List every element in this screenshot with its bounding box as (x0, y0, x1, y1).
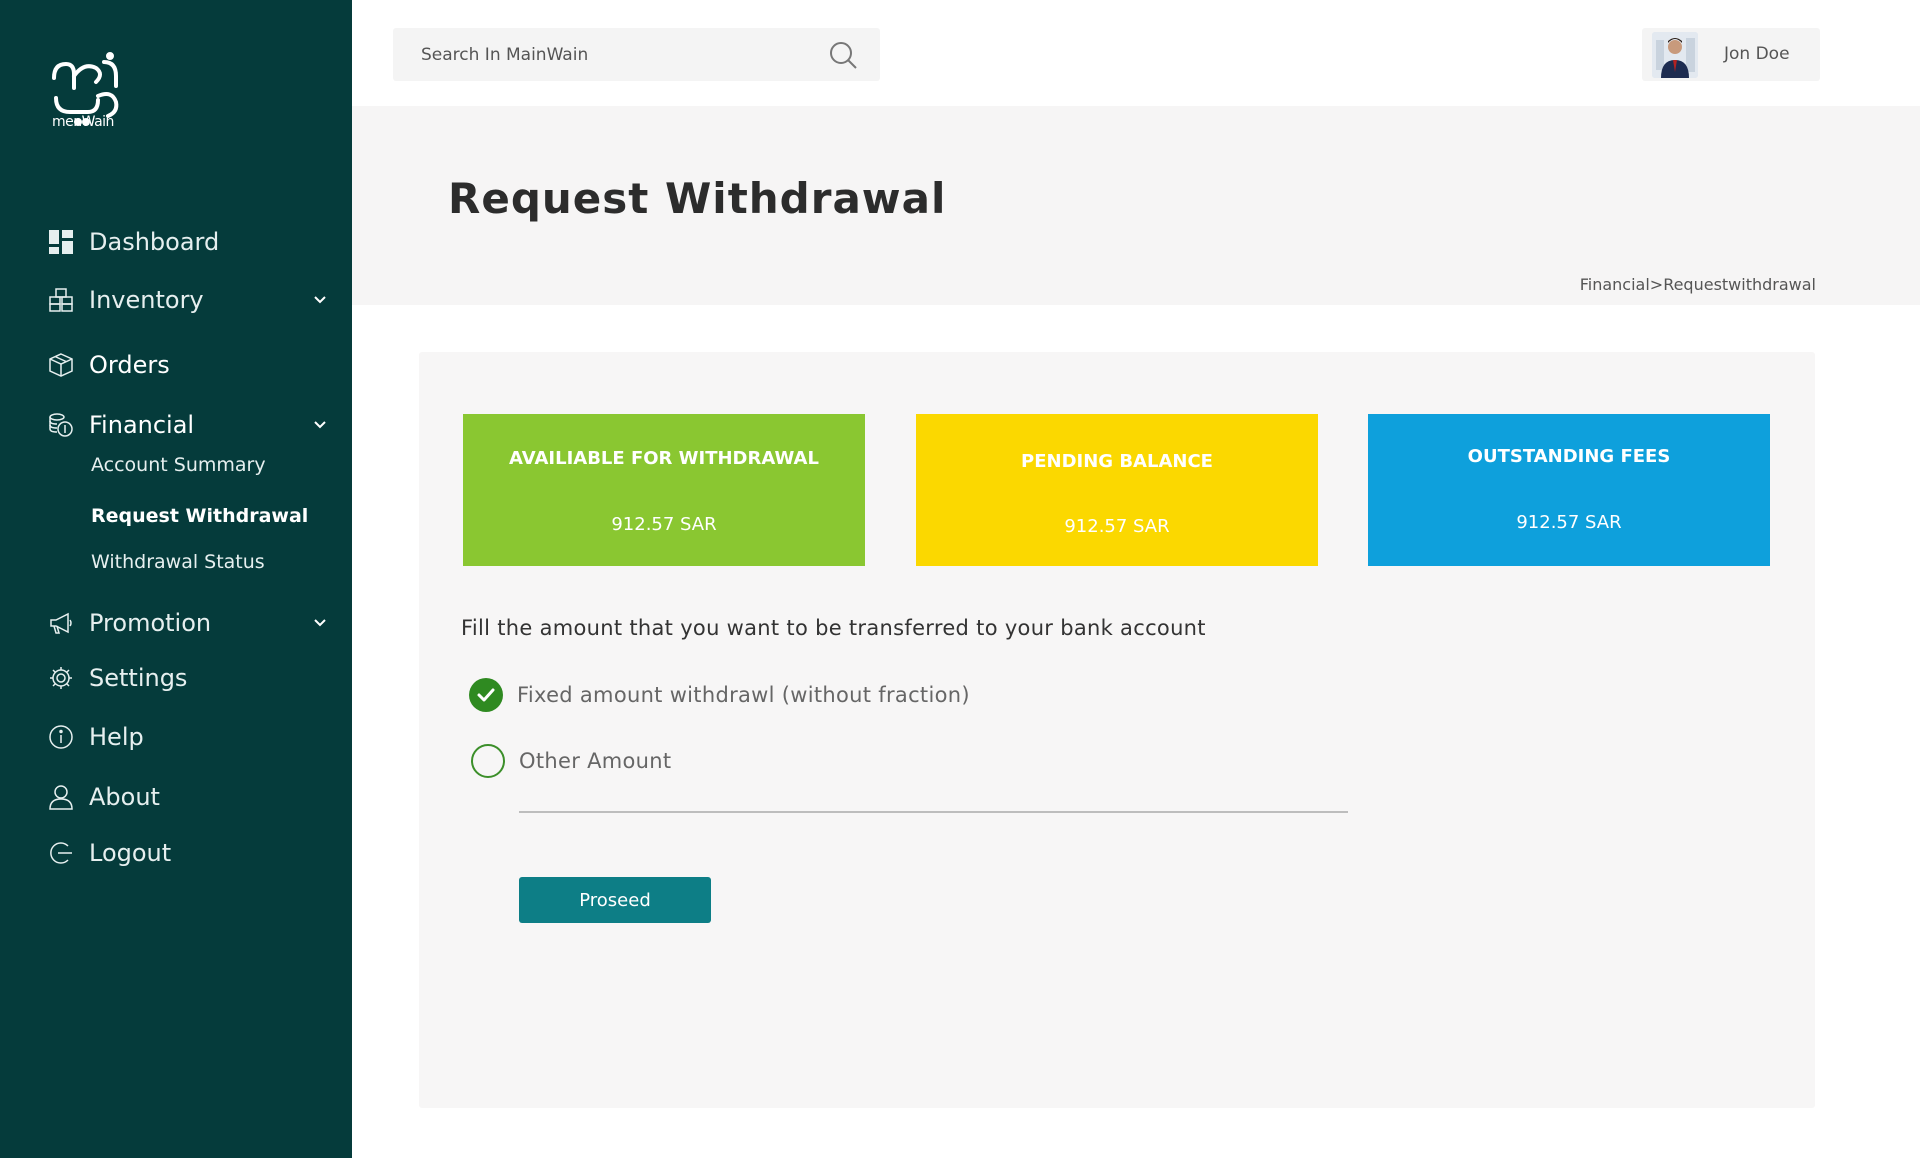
sidebar-item-dashboard[interactable]: Dashboard (48, 224, 338, 260)
sidebar-item-label: Promotion (89, 609, 212, 637)
page-header: Request Withdrawal Financial>Requestwith… (352, 106, 1920, 305)
available-balance-card: AVAILIABLE FOR WITHDRAWAL 912.57 SAR (463, 414, 865, 566)
user-menu[interactable]: Jon Doe (1642, 28, 1820, 81)
sidebar-item-orders[interactable]: Orders (48, 347, 338, 383)
logout-icon (48, 840, 74, 866)
breadcrumb[interactable]: Financial>Requestwithdrawal (1580, 275, 1816, 294)
card-value: 912.57 SAR (1064, 516, 1170, 537)
sidebar-item-help[interactable]: Help (48, 719, 338, 755)
sidebar-item-promotion[interactable]: Promotion (48, 605, 338, 641)
radio-checked[interactable] (469, 678, 503, 712)
sidebar-item-label: Inventory (89, 286, 204, 314)
sidebar-item-label: Dashboard (89, 228, 220, 256)
info-icon (48, 724, 74, 750)
user-icon (48, 784, 74, 810)
pending-balance-card: PENDING BALANCE 912.57 SAR (916, 414, 1318, 566)
withdrawal-panel: AVAILIABLE FOR WITHDRAWAL 912.57 SAR PEN… (419, 352, 1815, 1108)
card-title: AVAILIABLE FOR WITHDRAWAL (509, 448, 819, 469)
option-label: Other Amount (519, 749, 672, 773)
megaphone-icon (48, 610, 74, 636)
chevron-down-icon[interactable] (312, 615, 328, 631)
page-title: Request Withdrawal (448, 174, 947, 223)
avatar[interactable] (1652, 32, 1698, 78)
option-fixed-amount[interactable]: Fixed amount withdrawl (without fraction… (469, 678, 970, 712)
sidebar-item-label: Help (89, 723, 144, 751)
sidebar-subitem-request-withdrawal[interactable]: Request Withdrawal (91, 505, 308, 527)
sidebar-subitem-withdrawal-status[interactable]: Withdrawal Status (91, 551, 265, 573)
check-icon (477, 688, 495, 702)
search-input[interactable] (421, 28, 811, 81)
chevron-down-icon[interactable] (312, 417, 328, 433)
amount-input-underline (519, 811, 1348, 813)
sidebar: menWain Dashboard Inventory Orders Finan… (0, 0, 352, 1158)
gear-icon (48, 665, 74, 691)
chevron-down-icon[interactable] (312, 292, 328, 308)
sidebar-item-label: Logout (89, 839, 172, 867)
sidebar-item-label: Financial (89, 411, 195, 439)
sidebar-item-financial[interactable]: Financial (48, 407, 338, 443)
radio-unchecked[interactable] (471, 744, 505, 778)
sidebar-subitem-account-summary[interactable]: Account Summary (91, 454, 266, 476)
proceed-button[interactable]: Proseed (519, 877, 711, 923)
outstanding-fees-card: OUTSTANDING FEES 912.57 SAR (1368, 414, 1770, 566)
logo-text: menWain (52, 114, 114, 130)
user-name: Jon Doe (1724, 44, 1790, 64)
sidebar-item-about[interactable]: About (48, 779, 338, 815)
search-icon[interactable] (828, 40, 858, 70)
card-value: 912.57 SAR (1516, 512, 1622, 533)
inventory-boxes-icon (48, 287, 74, 313)
card-title: OUTSTANDING FEES (1467, 446, 1671, 467)
instruction-text: Fill the amount that you want to be tran… (461, 616, 1206, 640)
sidebar-item-label: About (89, 783, 160, 811)
card-value: 912.57 SAR (611, 514, 717, 535)
sidebar-item-label: Orders (89, 351, 170, 379)
sidebar-item-inventory[interactable]: Inventory (48, 282, 338, 318)
card-title: PENDING BALANCE (1021, 451, 1213, 472)
coins-icon (48, 412, 74, 438)
search-bar (393, 28, 880, 81)
package-icon (48, 352, 74, 378)
sidebar-item-label: Settings (89, 664, 188, 692)
dashboard-icon (48, 229, 74, 255)
sidebar-item-settings[interactable]: Settings (48, 660, 338, 696)
sidebar-item-logout[interactable]: Logout (48, 835, 338, 871)
amount-input[interactable] (519, 772, 1348, 810)
option-label: Fixed amount withdrawl (without fraction… (517, 683, 970, 707)
